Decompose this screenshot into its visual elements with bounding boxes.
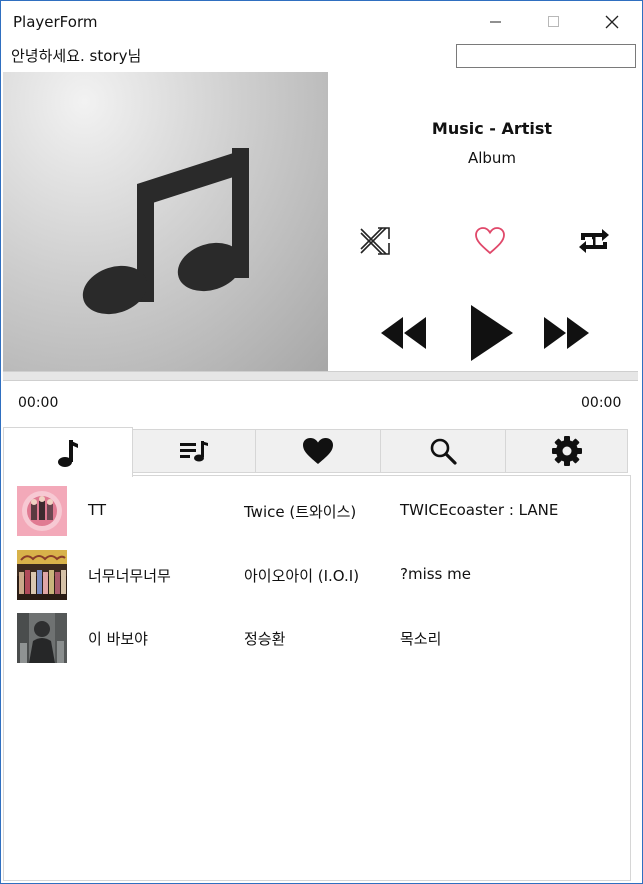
album-thumbnail <box>17 486 67 536</box>
search-input[interactable] <box>456 44 636 68</box>
album-art <box>3 72 328 372</box>
tab-settings[interactable] <box>505 429 628 473</box>
song-album: Album <box>467 149 517 167</box>
favorite-button[interactable] <box>471 223 509 259</box>
total-time: 00:00 <box>581 395 622 411</box>
music-note-icon <box>82 148 249 315</box>
current-time: 00:00 <box>18 395 59 411</box>
previous-button[interactable] <box>379 311 429 355</box>
next-button[interactable] <box>541 311 591 355</box>
fast-forward-icon <box>544 317 589 349</box>
greeting-label: 안녕하세요. story님 <box>11 47 142 65</box>
repeat-one-icon <box>579 229 609 253</box>
minimize-button[interactable] <box>467 1 525 43</box>
song-title-cell: 이 바보야 <box>88 630 148 648</box>
repeat-one-button[interactable] <box>574 221 614 261</box>
minimize-icon <box>490 21 501 23</box>
tab-bar <box>3 427 628 477</box>
player-window: PlayerForm 안녕하세요. story님 Music - Artist … <box>0 0 643 884</box>
song-artist-cell: Twice (트와이스) <box>244 503 357 521</box>
song-artist-cell: 정승환 <box>244 630 286 648</box>
close-icon <box>605 15 619 29</box>
play-button[interactable] <box>465 303 517 363</box>
heart-icon <box>303 438 333 464</box>
gear-icon <box>551 436 582 466</box>
album-thumbnail <box>17 550 67 600</box>
title-bar: PlayerForm <box>1 1 642 43</box>
song-album-cell: TWICEcoaster : LANE <box>400 501 559 519</box>
maximize-button[interactable] <box>525 1 583 43</box>
song-artist-cell: 아이오아이 (I.O.I) <box>244 567 360 585</box>
heart-outline-icon <box>475 227 505 255</box>
table-row[interactable]: 너무너무너무 아이오아이 (I.O.I) ?miss me <box>4 540 630 600</box>
song-title-cell: 너무너무너무 <box>88 567 171 585</box>
song-title: Music - Artist <box>431 119 553 138</box>
play-icon <box>471 305 513 361</box>
tab-search[interactable] <box>380 429 506 473</box>
rewind-icon <box>381 317 426 349</box>
song-title-cell: TT <box>88 501 107 519</box>
progress-bar[interactable] <box>3 371 638 381</box>
song-album-cell: ?miss me <box>400 565 471 583</box>
tab-favorites[interactable] <box>255 429 381 473</box>
album-thumbnail <box>17 613 67 663</box>
tab-songs[interactable] <box>3 427 133 477</box>
playlist-icon <box>180 441 208 462</box>
search-icon <box>430 438 457 465</box>
maximize-icon <box>548 16 559 27</box>
close-button[interactable] <box>583 1 641 43</box>
song-list: TT Twice (트와이스) TWICEcoaster : LANE 너무너무… <box>3 475 631 881</box>
table-row[interactable]: TT Twice (트와이스) TWICEcoaster : LANE <box>4 476 630 536</box>
tab-playlist[interactable] <box>132 429 256 473</box>
table-row[interactable]: 이 바보야 정승환 목소리 <box>4 603 630 663</box>
shuffle-button[interactable] <box>356 223 394 259</box>
shuffle-icon <box>360 227 390 255</box>
window-title: PlayerForm <box>13 13 98 31</box>
song-album-cell: 목소리 <box>400 630 442 648</box>
music-note-icon <box>58 439 78 467</box>
